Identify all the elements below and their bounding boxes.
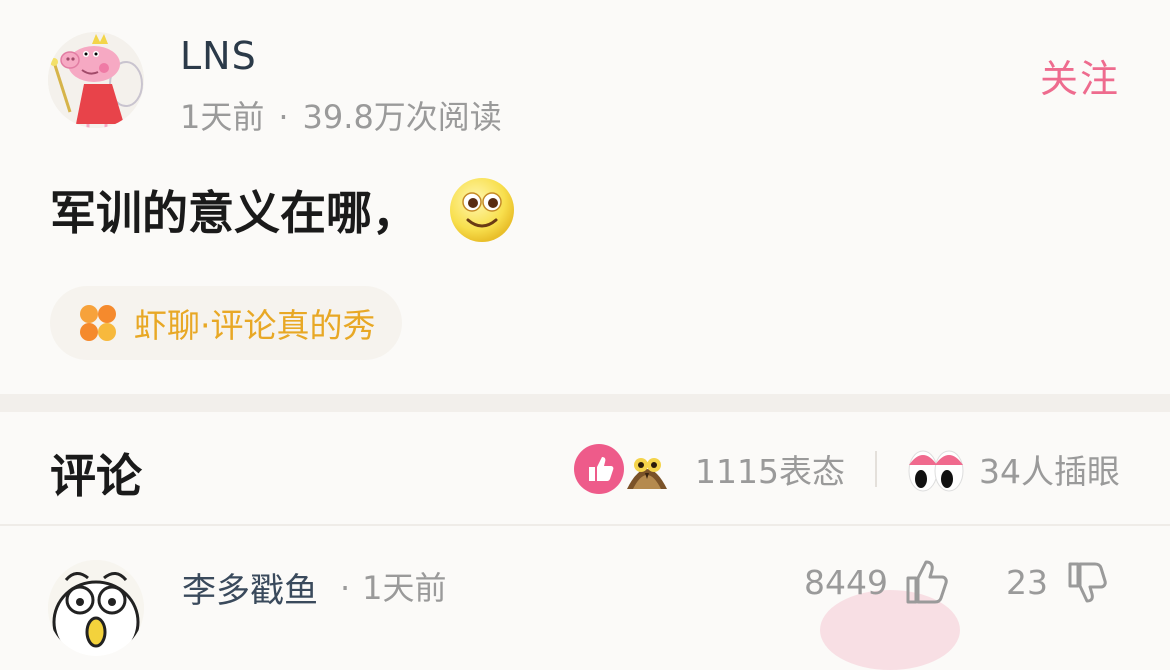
dislike-icon[interactable]: [1064, 560, 1110, 606]
commenter-name[interactable]: 李多戳鱼: [182, 563, 318, 612]
comment-time: · 1天前: [340, 563, 447, 609]
comments-header-divider: [0, 524, 1170, 526]
topic-tag[interactable]: 虾聊·评论真的秀: [50, 286, 402, 360]
post-header: LNS 1天前 · 39.8万次阅读 关注: [0, 0, 1170, 150]
reactions-separator: [875, 451, 877, 487]
peek-count[interactable]: 34人插眼: [979, 445, 1120, 493]
post-meta: 1天前 · 39.8万次阅读: [180, 92, 502, 138]
section-divider: [0, 394, 1170, 412]
meta-separator: ·: [278, 98, 289, 136]
peppa-pig-avatar-icon: [48, 32, 144, 128]
reaction-summary[interactable]: [573, 443, 673, 495]
like-icon[interactable]: [902, 556, 952, 606]
thumb-up-badge-icon: [574, 444, 625, 494]
comment-time-text: 1天前: [362, 569, 447, 607]
author-name[interactable]: LNS: [180, 34, 257, 78]
view-count: 39.8万次阅读: [302, 98, 502, 136]
clover-icon: [80, 305, 116, 341]
reactions-count[interactable]: 1115表态: [695, 445, 845, 493]
post-text: 军训的意义在哪，: [50, 186, 418, 240]
comments-title: 评论: [50, 449, 142, 503]
like-count: 8449: [804, 563, 888, 602]
peek-eyes-icon: [908, 450, 964, 492]
commenter-avatar[interactable]: [48, 560, 144, 656]
comment-meta-separator: ·: [340, 569, 351, 607]
author-avatar[interactable]: [48, 32, 144, 128]
post-time: 1天前: [180, 98, 265, 136]
cartoon-face-avatar-icon: [48, 560, 144, 656]
post-content: 军训的意义在哪，: [50, 176, 516, 244]
follow-button[interactable]: 关注: [1040, 48, 1120, 103]
topic-label: 虾聊·评论真的秀: [134, 306, 376, 345]
smile-emoji-icon: [450, 178, 514, 242]
dislike-count: 23: [1006, 563, 1048, 602]
owl-badge-icon: [627, 458, 668, 489]
reactions-bar: 1115表态 34人插眼: [573, 440, 1120, 498]
